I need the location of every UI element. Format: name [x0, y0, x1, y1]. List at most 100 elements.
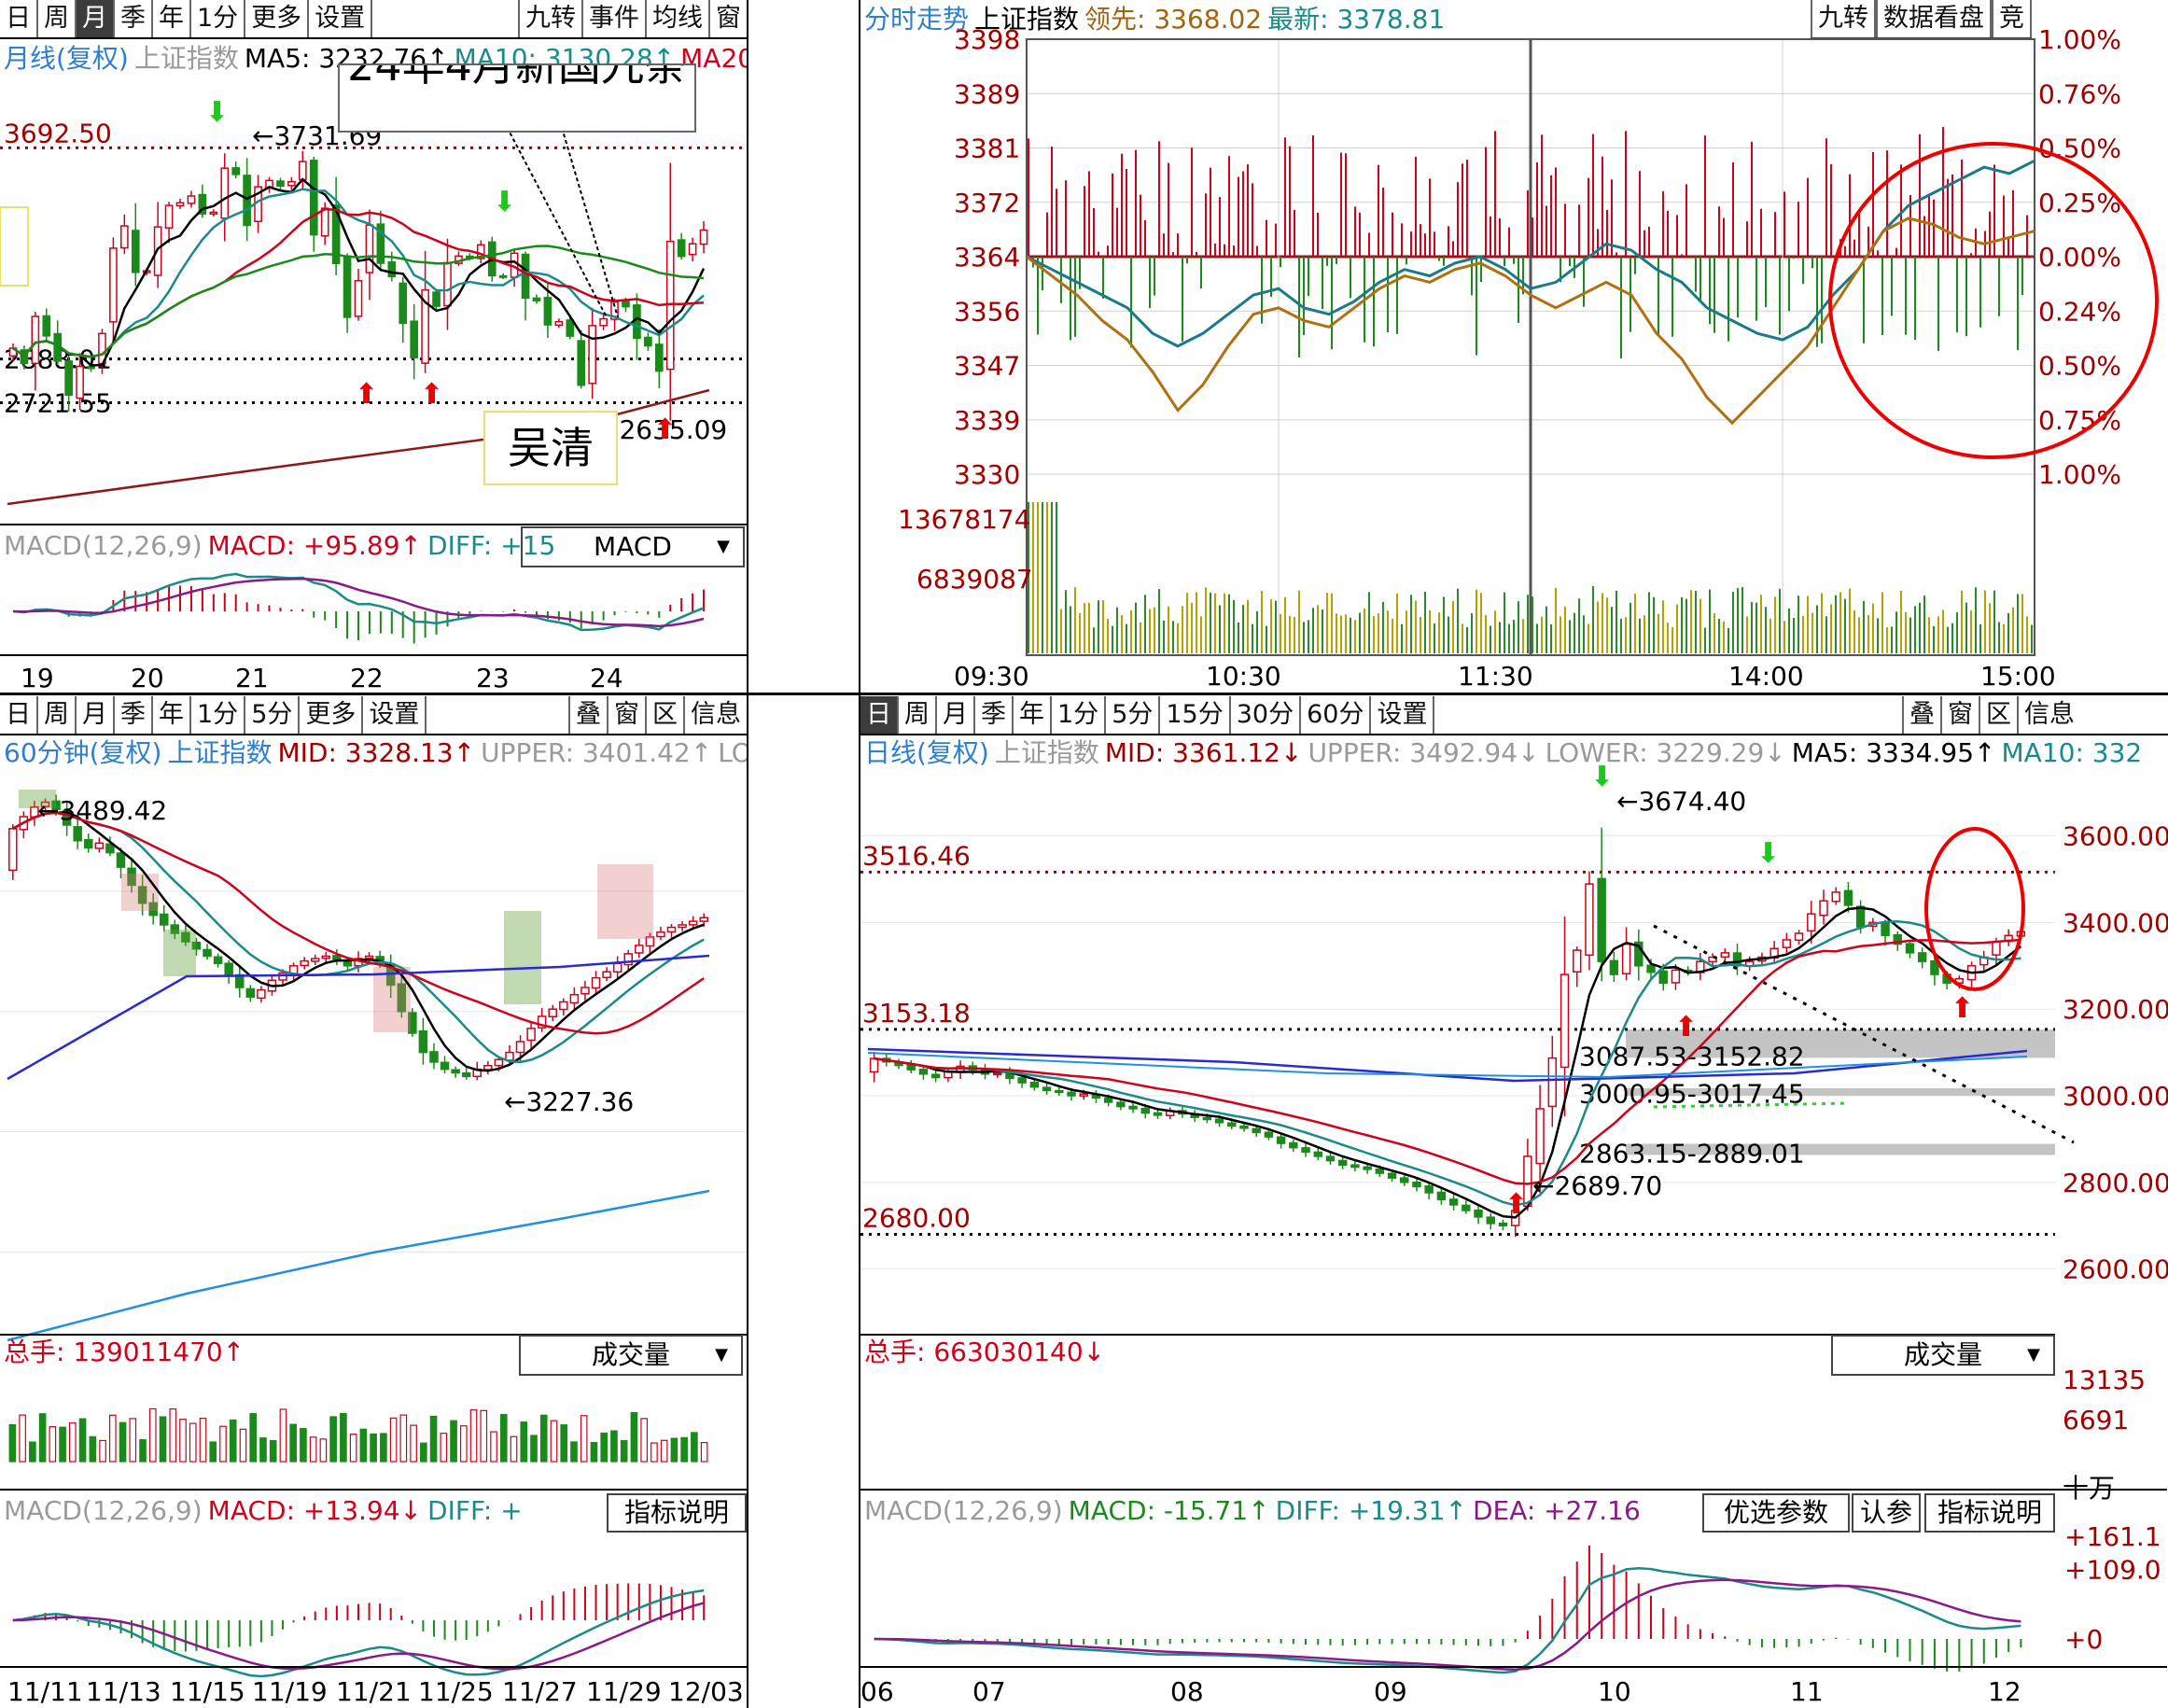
- p4-candle: [1289, 1141, 1298, 1149]
- p4-candle: [1337, 1159, 1348, 1166]
- p3-vol-bar: [459, 1425, 468, 1463]
- p4-tick-label: 3600.00: [2063, 821, 2168, 852]
- p1-note-box: [0, 206, 29, 287]
- p3-vol-bar: [49, 1426, 57, 1463]
- sell-arrow-icon: ⬇: [493, 186, 516, 218]
- p4-candle: [1609, 959, 1619, 975]
- p3-x-tick-label: 11/21: [336, 1676, 412, 1707]
- p4-level-label: 3516.46: [862, 840, 971, 871]
- volume-dropdown[interactable]: 成交量 ▼: [1831, 1335, 2055, 1376]
- p3-vol-bar: [129, 1418, 137, 1463]
- p1-candle: [654, 343, 664, 372]
- p3-vol-bar: [59, 1426, 66, 1463]
- sell-arrow-icon: ⬇: [1590, 761, 1614, 793]
- p3-candle: [203, 948, 212, 958]
- p3-candle: [612, 962, 622, 973]
- p3-candle: [678, 924, 687, 929]
- p3-vol-bar: [640, 1418, 648, 1463]
- p2-y-tick-label: 3372: [954, 188, 1020, 218]
- p4-candle: [1831, 891, 1840, 903]
- buy-arrow-icon: ⬆: [1951, 992, 1974, 1025]
- indicator-help-label: 指标说明: [623, 1497, 729, 1528]
- p1-candle: [354, 280, 363, 317]
- p1-candle: [532, 297, 541, 301]
- separator-vertical-left: [747, 0, 748, 1708]
- p2-x-tick-label: 09:30: [954, 661, 1029, 691]
- p1-candle: [343, 255, 352, 318]
- p4-candle: [1252, 1127, 1261, 1134]
- p3-x-tick-label: 11/27: [502, 1676, 578, 1707]
- p4-candle: [1621, 943, 1631, 974]
- p4-vol-tick-label: 13135: [2063, 1365, 2146, 1395]
- p2-x-tick-label: 15:00: [1980, 661, 2056, 691]
- p2-y-tick-label: 3347: [954, 351, 1020, 382]
- p4-candle: [1128, 1105, 1138, 1110]
- p3-vol-bar: [389, 1417, 398, 1463]
- p2-pct-tick-label: 0.50%: [2038, 133, 2121, 164]
- p1-candle: [599, 317, 608, 327]
- p3-vol-bar: [420, 1442, 427, 1463]
- p3-candle: [224, 962, 233, 976]
- p4-high-label: ←3674.40: [1616, 786, 1746, 817]
- p3-vol-bar: [490, 1431, 497, 1463]
- daily-chart[interactable]: 3600.00 3400.00 3200.00 3000.00 2800.00 2600.…: [860, 696, 2168, 1708]
- annotation-bottom: 吴清: [483, 411, 618, 485]
- p1-x-tick-label: 20: [131, 663, 164, 691]
- p3-x-tick-label: 11/15: [170, 1676, 245, 1707]
- macd-value: MACD: +95.89↑: [207, 530, 423, 561]
- volume-dropdown-label: 成交量: [591, 1339, 670, 1370]
- p1-candle: [320, 207, 329, 237]
- p3-candle: [278, 972, 287, 981]
- level-c-label: 2721.55: [4, 387, 112, 418]
- p3-vol-bar: [108, 1414, 117, 1463]
- p3-vol-bar: [380, 1433, 387, 1463]
- p3-vol-bar: [38, 1413, 47, 1463]
- monthly-panel: 日 周 月 季 年 1分 更多 设置 九转 事件 均线 窗 月线(复权) 上证指数…: [0, 0, 747, 691]
- p3-candle: [494, 1058, 504, 1067]
- p3-vol-bar: [78, 1418, 87, 1463]
- default-params-button[interactable]: 认参: [1852, 1493, 1921, 1533]
- p3-vol-bar: [249, 1413, 258, 1463]
- p2-pct-tick-label: 0.00%: [2038, 242, 2121, 273]
- p4-candle: [1276, 1136, 1286, 1144]
- p4-candle: [1436, 1191, 1447, 1201]
- p3-candle: [602, 971, 611, 979]
- p4-ma5-line: [874, 906, 2022, 1219]
- p3-candle: [245, 987, 256, 999]
- p3-ma-long-line: [7, 1189, 710, 1342]
- p4-candle: [1055, 1089, 1064, 1094]
- indicator-help-button[interactable]: 指标说明: [1924, 1493, 2055, 1533]
- p1-candle: [120, 225, 129, 249]
- p4-tick-label: 2600.00: [2063, 1254, 2168, 1285]
- p3-highlight-box: [121, 874, 159, 911]
- buy-arrow-icon: ⬆: [1504, 1188, 1528, 1221]
- intraday-chart[interactable]: 3398 1.00%3389 0.76%3381 0.50%3372 0.25%3364…: [860, 0, 2168, 691]
- p4-candle: [1350, 1164, 1360, 1169]
- p3-vol-bar: [560, 1424, 568, 1463]
- sixty-min-chart[interactable]: 3400.003300.003200.003100.00←3489.42←322…: [0, 696, 747, 1708]
- p3-vol-bar: [279, 1408, 287, 1463]
- p3-vol-bar: [179, 1419, 187, 1463]
- p4-candle: [1424, 1185, 1434, 1194]
- p4-x-tick-label: 08: [1170, 1676, 1204, 1707]
- p3-vol-bar: [319, 1438, 328, 1463]
- p4-candle: [1103, 1097, 1113, 1103]
- p4-candle: [1992, 941, 2001, 956]
- p4-tick-label: 3200.00: [2063, 994, 2168, 1025]
- p4-candle: [1227, 1122, 1237, 1127]
- p4-candle: [1029, 1081, 1040, 1088]
- p2-y-tick-label: 3381: [954, 133, 1020, 164]
- p1-candle: [109, 247, 118, 323]
- p1-candle: [298, 161, 307, 181]
- p4-tick-label: 3000.00: [2063, 1081, 2168, 1112]
- volume-dropdown[interactable]: 成交量 ▼: [519, 1335, 743, 1376]
- p4-x-tick-label: 10: [1598, 1676, 1631, 1707]
- indicator-help-button[interactable]: 指标说明: [607, 1493, 747, 1533]
- p3-vol-bar: [440, 1433, 448, 1463]
- optimize-params-button[interactable]: 优选参数: [1702, 1493, 1850, 1533]
- p4-candle: [1214, 1118, 1224, 1124]
- p3-vol-bar: [159, 1416, 167, 1463]
- p3-vol-bar: [189, 1422, 197, 1463]
- p4-candle: [1782, 939, 1792, 948]
- p1-candle: [699, 229, 708, 245]
